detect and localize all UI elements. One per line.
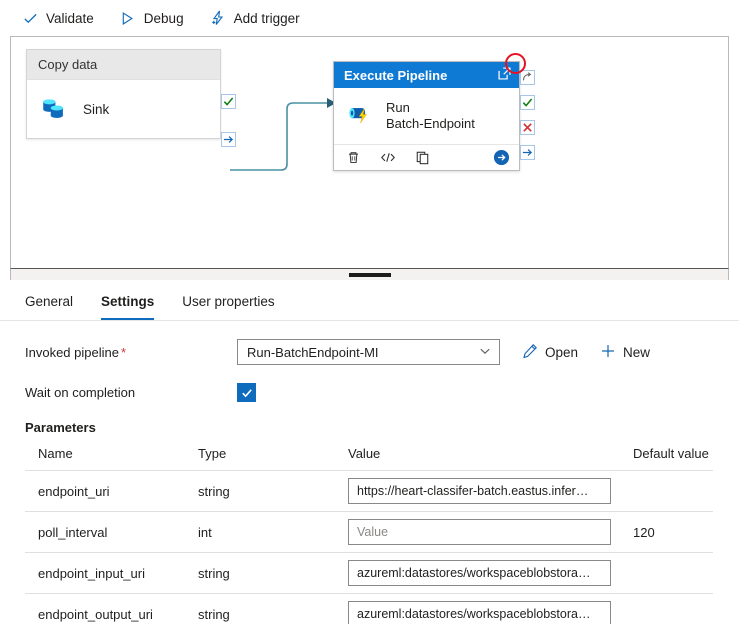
new-pipeline-button[interactable]: New <box>600 343 650 362</box>
param-value-input[interactable]: https://heart-classifer-batch.eastus.inf… <box>348 478 611 504</box>
table-row: poll_interval int Value 120 <box>25 512 713 553</box>
splitter-grip[interactable] <box>349 273 391 277</box>
plus-icon <box>600 343 616 362</box>
duplicate-icon[interactable] <box>415 150 430 165</box>
param-type: string <box>185 553 335 594</box>
settings-panel: Invoked pipeline* Run-BatchEndpoint-MI O… <box>0 321 739 624</box>
param-value-cell: Value <box>335 512 620 553</box>
pipeline-icon <box>345 100 375 133</box>
copy-data-activity-label: Sink <box>83 102 109 117</box>
pencil-icon <box>522 343 538 362</box>
tab-general-label: General <box>25 294 73 309</box>
table-row: endpoint_output_uri string azureml:datas… <box>25 594 713 624</box>
copy-data-completion-handle[interactable] <box>221 132 236 147</box>
play-icon <box>120 10 136 26</box>
properties-tabs: General Settings User properties <box>0 280 739 321</box>
activity-node-copy-data[interactable]: Copy data Sink <box>26 49 221 139</box>
copy-data-success-handle[interactable] <box>221 94 236 109</box>
tab-general[interactable]: General <box>25 294 73 320</box>
tab-user-properties[interactable]: User properties <box>182 294 274 320</box>
tab-settings-label: Settings <box>101 294 154 309</box>
execute-pipeline-activity-label: Run Batch-Endpoint <box>386 100 475 132</box>
copy-data-title: Copy data <box>38 57 97 72</box>
red-circle-annotation <box>505 53 526 74</box>
param-value-input[interactable]: azureml:datastores/workspaceblobstora… <box>348 601 611 624</box>
tab-user-properties-label: User properties <box>182 294 274 309</box>
add-trigger-label: Add trigger <box>234 11 300 26</box>
table-row: endpoint_input_uri string azureml:datast… <box>25 553 713 594</box>
execute-pipeline-body: Run Batch-Endpoint <box>334 88 519 144</box>
database-icon <box>39 93 69 126</box>
param-type: string <box>185 471 335 512</box>
param-value-cell: azureml:datastores/workspaceblobstora… <box>335 553 620 594</box>
execute-pipeline-header: Execute Pipeline <box>334 62 519 88</box>
param-value-input[interactable]: azureml:datastores/workspaceblobstora… <box>348 560 611 586</box>
param-name: endpoint_output_uri <box>25 594 185 624</box>
open-pipeline-button[interactable]: Open <box>522 343 578 362</box>
param-type: int <box>185 512 335 553</box>
execute-pipeline-failure-handle[interactable] <box>520 120 535 135</box>
param-value-cell: https://heart-classifer-batch.eastus.inf… <box>335 471 620 512</box>
column-header-name: Name <box>25 446 185 471</box>
param-default <box>620 471 713 512</box>
invoked-pipeline-select[interactable]: Run-BatchEndpoint-MI <box>237 339 500 365</box>
check-icon <box>22 10 38 26</box>
table-row: endpoint_uri string https://heart-classi… <box>25 471 713 512</box>
wait-on-completion-row: Wait on completion <box>25 383 717 402</box>
add-trigger-button[interactable]: Add trigger <box>210 10 300 26</box>
invoked-pipeline-value: Run-BatchEndpoint-MI <box>247 345 379 360</box>
execute-pipeline-footer <box>334 144 519 170</box>
wait-on-completion-checkbox[interactable] <box>237 383 256 402</box>
execute-pipeline-title: Execute Pipeline <box>344 68 447 83</box>
chevron-down-icon <box>479 345 491 360</box>
parameters-title: Parameters <box>25 420 717 435</box>
execute-pipeline-label-line2: Batch-Endpoint <box>386 116 475 131</box>
run-arrow-icon[interactable] <box>493 149 510 166</box>
execute-pipeline-skipped-handle[interactable] <box>520 70 535 85</box>
parameters-table: Name Type Value Default value endpoint_u… <box>25 446 713 624</box>
param-value-input[interactable]: Value <box>348 519 611 545</box>
copy-data-header: Copy data <box>27 50 220 80</box>
execute-pipeline-completion-handle[interactable] <box>520 145 535 160</box>
column-header-default-value: Default value <box>620 446 713 471</box>
new-pipeline-label: New <box>623 345 650 360</box>
param-name: endpoint_input_uri <box>25 553 185 594</box>
execute-pipeline-success-handle[interactable] <box>520 95 535 110</box>
param-default <box>620 594 713 624</box>
validate-label: Validate <box>46 11 94 26</box>
debug-label: Debug <box>144 11 184 26</box>
param-name: poll_interval <box>25 512 185 553</box>
column-header-value: Value <box>335 446 620 471</box>
column-header-type: Type <box>185 446 335 471</box>
required-asterisk: * <box>121 345 126 360</box>
debug-button[interactable]: Debug <box>120 10 184 26</box>
parameters-header-row: Name Type Value Default value <box>25 446 713 471</box>
copy-data-body: Sink <box>27 80 220 139</box>
check-icon <box>241 387 253 399</box>
invoked-pipeline-row: Invoked pipeline* Run-BatchEndpoint-MI O… <box>25 339 717 365</box>
validate-button[interactable]: Validate <box>22 10 94 26</box>
lightning-bolt-icon <box>210 10 226 26</box>
activity-node-execute-pipeline[interactable]: Execute Pipeline <box>333 61 520 171</box>
tab-settings[interactable]: Settings <box>101 294 154 320</box>
param-default: 120 <box>620 512 713 553</box>
open-pipeline-label: Open <box>545 345 578 360</box>
toolbar: Validate Debug Add trigger <box>0 0 739 36</box>
execute-pipeline-label-line1: Run <box>386 100 410 115</box>
param-value-cell: azureml:datastores/workspaceblobstora… <box>335 594 620 624</box>
param-name: endpoint_uri <box>25 471 185 512</box>
invoked-pipeline-label-text: Invoked pipeline <box>25 345 119 360</box>
invoked-pipeline-label: Invoked pipeline* <box>25 345 237 360</box>
param-type: string <box>185 594 335 624</box>
param-default <box>620 553 713 594</box>
pipeline-canvas[interactable]: Copy data Sink Execut <box>10 36 729 268</box>
wait-on-completion-label: Wait on completion <box>25 385 237 400</box>
code-icon[interactable] <box>380 150 396 165</box>
panel-splitter[interactable] <box>10 268 729 280</box>
delete-icon[interactable] <box>346 150 361 165</box>
